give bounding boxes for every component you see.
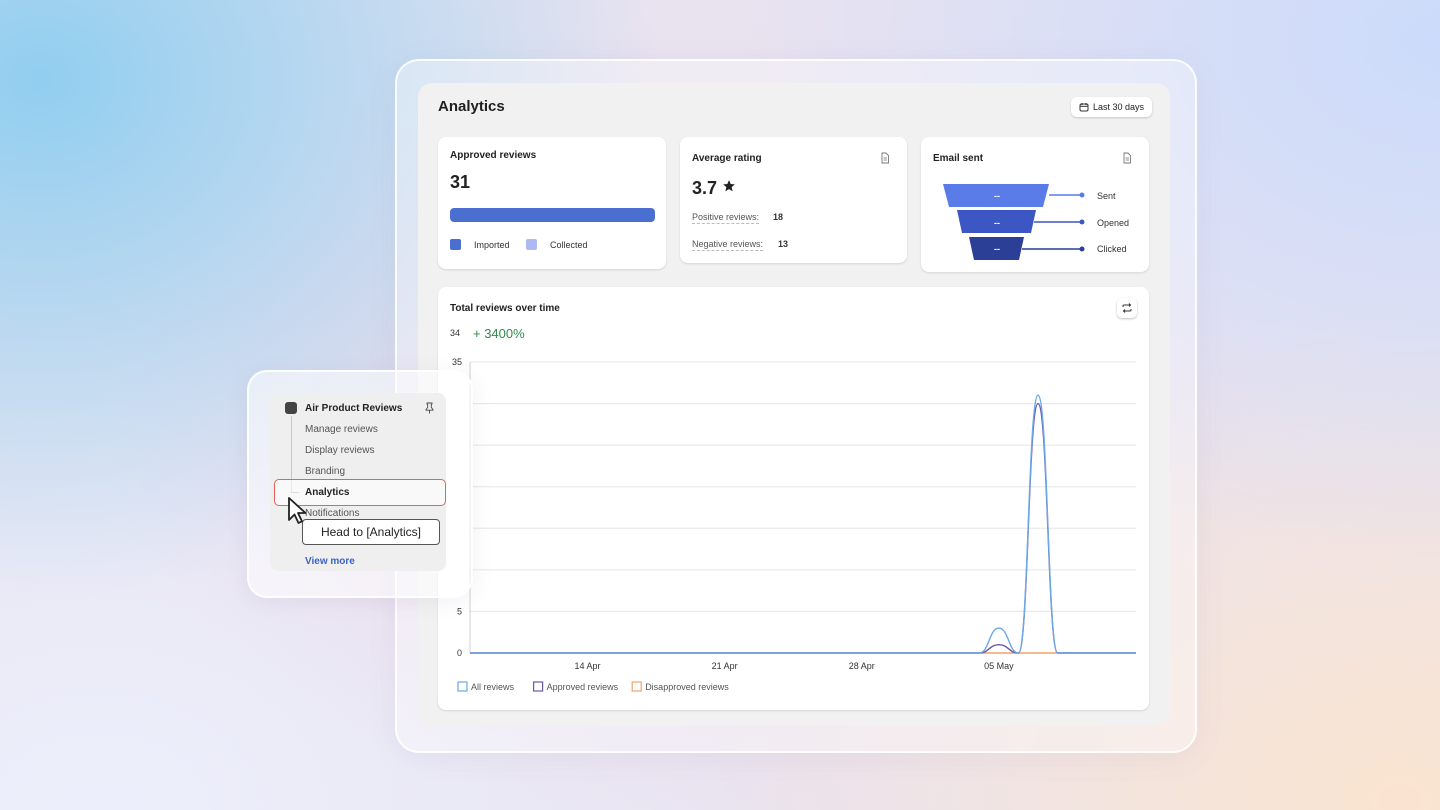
sidebar-view-more[interactable]: View more bbox=[305, 556, 355, 567]
sidebar-item-manage-reviews[interactable]: Manage reviews bbox=[305, 424, 378, 435]
app-icon bbox=[285, 402, 297, 414]
pin-icon[interactable] bbox=[424, 402, 435, 414]
approved-reviews-value: 31 bbox=[450, 172, 471, 192]
legend-label: Approved reviews bbox=[547, 682, 619, 692]
calendar-icon bbox=[1079, 103, 1089, 112]
y-tick-label: 5 bbox=[457, 606, 462, 616]
mouse-cursor-icon bbox=[288, 497, 307, 524]
imported-legend-label: Imported bbox=[474, 240, 510, 250]
sidebar-item-display-reviews[interactable]: Display reviews bbox=[305, 445, 374, 456]
funnel-sent-label: Sent bbox=[1097, 191, 1116, 201]
positive-reviews-value: 18 bbox=[773, 212, 784, 222]
legend-swatch bbox=[631, 681, 642, 692]
x-tick-label: 21 Apr bbox=[712, 661, 738, 671]
legend-label: Disapproved reviews bbox=[645, 682, 729, 692]
date-range-label: Last 30 days bbox=[1093, 102, 1145, 112]
imported-legend-swatch bbox=[450, 239, 461, 250]
date-range-button[interactable]: Last 30 days bbox=[1071, 97, 1153, 117]
approved-reviews-title: Approved reviews bbox=[450, 150, 537, 161]
sidebar-item-branding[interactable]: Branding bbox=[305, 466, 345, 477]
imported-bar-fill bbox=[450, 208, 655, 222]
page-title: Analytics bbox=[438, 98, 505, 115]
legend-label: All reviews bbox=[471, 682, 515, 692]
funnel-sent-value: -- bbox=[994, 191, 1000, 201]
legend-swatch bbox=[532, 681, 544, 692]
sidebar-app-name[interactable]: Air Product Reviews bbox=[305, 403, 402, 414]
funnel-opened-label: Opened bbox=[1097, 218, 1130, 228]
funnel-opened-value: -- bbox=[994, 218, 1000, 228]
average-rating-value: 3.7 bbox=[692, 178, 718, 198]
approved-reviews-bar-track bbox=[450, 208, 655, 222]
funnel-clicked-value: -- bbox=[994, 244, 1000, 254]
positive-reviews-label: Positive reviews: bbox=[692, 212, 760, 224]
y-tick-label: 35 bbox=[452, 357, 462, 367]
average-rating-title: Average rating bbox=[692, 153, 762, 164]
x-tick-label: 28 Apr bbox=[849, 661, 875, 671]
legend-swatch bbox=[457, 681, 468, 692]
series-line-all-reviews bbox=[470, 394, 1136, 654]
y-tick-label: 0 bbox=[457, 648, 462, 658]
reviews-line-chart: 0 5 35 14 Apr 21 Apr 28 Apr 05 May All reviews A… bbox=[452, 357, 1136, 692]
collected-legend-label: Collected bbox=[550, 240, 588, 250]
negative-reviews-label: Negative reviews: bbox=[692, 239, 764, 251]
funnel-clicked-label: Clicked bbox=[1097, 244, 1127, 254]
negative-reviews-value: 13 bbox=[778, 239, 789, 249]
x-tick-label: 14 Apr bbox=[575, 661, 601, 671]
collected-legend-swatch bbox=[526, 239, 537, 250]
star-icon bbox=[723, 180, 735, 192]
x-tick-label: 05 May bbox=[984, 661, 1014, 671]
document-icon[interactable] bbox=[879, 152, 891, 164]
sidebar-item-notifications[interactable]: Notifications bbox=[305, 508, 359, 519]
action-tooltip: Head to [Analytics] bbox=[302, 519, 440, 545]
